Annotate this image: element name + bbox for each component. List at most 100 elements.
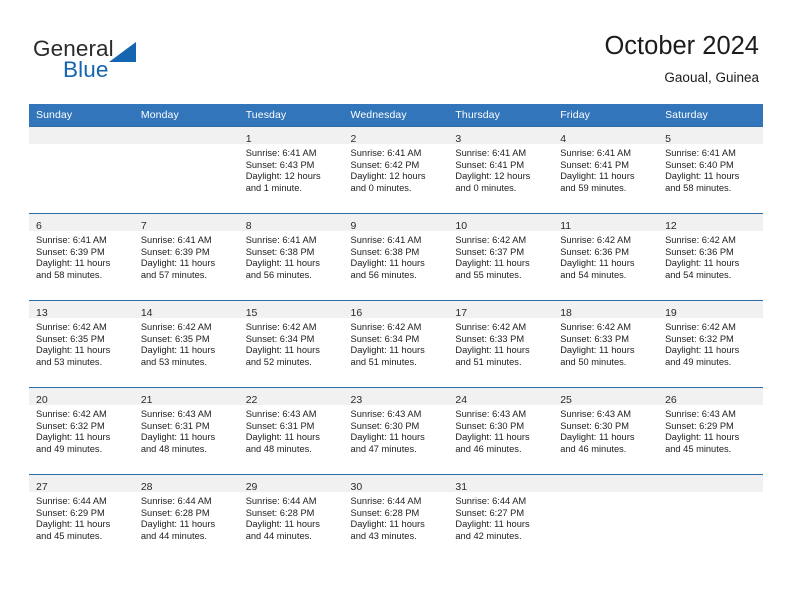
daylight-text-line2: and 49 minutes.	[36, 443, 103, 454]
sunrise-text: Sunrise: 6:41 AM	[36, 235, 107, 245]
calendar-week-row: 27 Sunrise: 6:44 AM Sunset: 6:29 PM Dayligh…	[29, 474, 763, 561]
daylight-text-line2: and 0 minutes.	[455, 182, 517, 193]
day-number: 12	[665, 220, 677, 232]
sunrise-text: Sunrise: 6:43 AM	[350, 409, 422, 419]
sunset-text: Sunset: 6:33 PM	[560, 333, 629, 344]
calendar-day-cell[interactable]: 9 Sunrise: 6:41 AM Sunset: 6:38 PM Daylight…	[343, 213, 449, 301]
daylight-text-line1: Daylight: 11 hours	[140, 258, 216, 269]
daylight-text-line2: and 54 minutes.	[560, 269, 627, 280]
calendar-day-cell[interactable]: 19 Sunrise: 6:42 AM Sunset: 6:32 PM Dayligh…	[658, 300, 763, 388]
daylight-text-line1: Daylight: 12 hours	[350, 171, 426, 182]
day-number: 7	[140, 220, 147, 232]
calendar-day-cell[interactable]: 28 Sunrise: 6:44 AM Sunset: 6:28 PM Dayligh…	[133, 474, 239, 561]
day-number: 22	[245, 394, 258, 406]
calendar-day-cell[interactable]: 27 Sunrise: 6:44 AM Sunset: 6:29 PM Dayligh…	[29, 474, 134, 561]
day-cell-content: 24 Sunrise: 6:43 AM Sunset: 6:30 PM Dayligh…	[448, 388, 554, 474]
calendar-day-cell[interactable]: 6 Sunrise: 6:41 AM Sunset: 6:39 PM Daylight…	[29, 213, 134, 301]
calendar-day-cell[interactable]: 11 Sunrise: 6:42 AM Sunset: 6:36 PM Dayligh…	[553, 213, 659, 301]
calendar-day-cell[interactable]: 5 Sunrise: 6:41 AM Sunset: 6:40 PM Daylight…	[658, 126, 763, 214]
sunrise-text: Sunrise: 6:41 AM	[245, 148, 317, 158]
daylight-text-line2: and 53 minutes.	[36, 356, 103, 367]
daylight-text-line1: Daylight: 11 hours	[245, 258, 320, 269]
day-info: Sunrise: 6:43 AM Sunset: 6:30 PM Daylight:…	[448, 405, 553, 455]
sunrise-text: Sunrise: 6:43 AM	[665, 409, 736, 419]
calendar-day-cell[interactable]: 30 Sunrise: 6:44 AM Sunset: 6:28 PM Dayligh…	[343, 474, 449, 561]
calendar-day-cell[interactable]: 16 Sunrise: 6:42 AM Sunset: 6:34 PM Dayligh…	[343, 300, 449, 388]
day-number: 3	[455, 133, 462, 145]
calendar-day-cell[interactable]: 26 Sunrise: 6:43 AM Sunset: 6:29 PM Dayligh…	[658, 387, 763, 475]
sunset-text: Sunset: 6:30 PM	[560, 420, 629, 431]
day-info: Sunrise: 6:41 AM Sunset: 6:39 PM Daylight:…	[134, 231, 239, 281]
calendar-day-cell[interactable]: 25 Sunrise: 6:43 AM Sunset: 6:30 PM Dayligh…	[553, 387, 659, 475]
day-number: 26	[665, 394, 677, 406]
daylight-text-line1: Daylight: 12 hours	[455, 171, 531, 182]
calendar-day-cell[interactable]: 22 Sunrise: 6:43 AM Sunset: 6:31 PM Dayligh…	[238, 387, 344, 475]
day-cell-content	[29, 127, 134, 213]
calendar-day-cell[interactable]: 4 Sunrise: 6:41 AM Sunset: 6:41 PM Daylight…	[553, 126, 659, 214]
day-number-band: 9	[343, 214, 449, 232]
day-cell-content: 10 Sunrise: 6:42 AM Sunset: 6:37 PM Dayligh…	[448, 214, 554, 300]
day-number-band: 15	[238, 301, 344, 319]
sunset-text: Sunset: 6:41 PM	[455, 159, 525, 170]
calendar-day-cell[interactable]: 10 Sunrise: 6:42 AM Sunset: 6:37 PM Dayligh…	[448, 213, 554, 301]
calendar-day-cell[interactable]: 2 Sunrise: 6:41 AM Sunset: 6:42 PM Daylight…	[343, 126, 449, 214]
calendar-day-cell[interactable]: 21 Sunrise: 6:43 AM Sunset: 6:31 PM Dayligh…	[133, 387, 239, 475]
daylight-text-line2: and 46 minutes.	[455, 443, 522, 454]
calendar-day-cell[interactable]: 12 Sunrise: 6:42 AM Sunset: 6:36 PM Dayligh…	[658, 213, 763, 301]
daylight-text-line1: Daylight: 11 hours	[665, 171, 740, 182]
day-number-band: 11	[553, 214, 659, 232]
day-number: 14	[140, 307, 153, 319]
day-info: Sunrise: 6:41 AM Sunset: 6:38 PM Daylight:…	[239, 231, 344, 281]
general-blue-logo[interactable]: General Blue	[33, 36, 233, 88]
calendar-day-cell[interactable]: 20 Sunrise: 6:42 AM Sunset: 6:32 PM Dayligh…	[29, 387, 134, 475]
calendar-day-cell-empty	[658, 474, 763, 561]
calendar-day-cell[interactable]: 17 Sunrise: 6:42 AM Sunset: 6:33 PM Dayligh…	[448, 300, 554, 388]
day-info: Sunrise: 6:44 AM Sunset: 6:28 PM Daylight:…	[344, 492, 449, 542]
sunset-text: Sunset: 6:38 PM	[245, 246, 315, 257]
calendar-week-row: 13 Sunrise: 6:42 AM Sunset: 6:35 PM Dayligh…	[29, 300, 763, 388]
daylight-text-line1: Daylight: 11 hours	[140, 519, 216, 530]
day-number: 17	[455, 307, 468, 319]
weekday-header-friday: Friday	[553, 104, 659, 127]
daylight-text-line1: Daylight: 11 hours	[245, 432, 320, 443]
weekday-header-saturday: Saturday	[658, 104, 763, 127]
sunset-text: Sunset: 6:35 PM	[140, 333, 210, 344]
day-info: Sunrise: 6:43 AM Sunset: 6:30 PM Daylight:…	[344, 405, 449, 455]
daylight-text-line2: and 42 minutes.	[455, 530, 522, 541]
day-info: Sunrise: 6:41 AM Sunset: 6:41 PM Daylight:…	[448, 144, 553, 194]
calendar-day-cell[interactable]: 15 Sunrise: 6:42 AM Sunset: 6:34 PM Dayligh…	[238, 300, 344, 388]
calendar-day-cell[interactable]: 13 Sunrise: 6:42 AM Sunset: 6:35 PM Dayligh…	[29, 300, 134, 388]
sunrise-text: Sunrise: 6:43 AM	[455, 409, 527, 419]
calendar-day-cell[interactable]: 24 Sunrise: 6:43 AM Sunset: 6:30 PM Dayligh…	[448, 387, 554, 475]
day-number: 2	[350, 133, 357, 145]
calendar-day-cell[interactable]: 8 Sunrise: 6:41 AM Sunset: 6:38 PM Daylight…	[238, 213, 344, 301]
day-number-band: 10	[448, 214, 554, 232]
sunset-text: Sunset: 6:42 PM	[350, 159, 420, 170]
day-cell-content: 8 Sunrise: 6:41 AM Sunset: 6:38 PM Daylight…	[238, 214, 344, 300]
calendar-day-cell[interactable]: 3 Sunrise: 6:41 AM Sunset: 6:41 PM Daylight…	[448, 126, 554, 214]
calendar-day-cell[interactable]: 29 Sunrise: 6:44 AM Sunset: 6:28 PM Dayligh…	[238, 474, 344, 561]
sunrise-text: Sunrise: 6:44 AM	[245, 496, 317, 506]
daylight-text-line2: and 45 minutes.	[36, 530, 103, 541]
day-number: 11	[560, 220, 572, 232]
sunrise-text: Sunrise: 6:42 AM	[245, 322, 317, 332]
sunset-text: Sunset: 6:31 PM	[140, 420, 210, 431]
day-info: Sunrise: 6:42 AM Sunset: 6:36 PM Daylight:…	[658, 231, 763, 281]
day-info: Sunrise: 6:42 AM Sunset: 6:32 PM Daylight:…	[29, 405, 134, 455]
daylight-text-line1: Daylight: 12 hours	[245, 171, 321, 182]
calendar-day-cell[interactable]: 7 Sunrise: 6:41 AM Sunset: 6:39 PM Daylight…	[133, 213, 239, 301]
day-number: 1	[245, 133, 252, 145]
calendar-day-cell[interactable]: 14 Sunrise: 6:42 AM Sunset: 6:35 PM Dayligh…	[133, 300, 239, 388]
calendar-day-cell[interactable]: 18 Sunrise: 6:42 AM Sunset: 6:33 PM Dayligh…	[553, 300, 659, 388]
daylight-text-line1: Daylight: 11 hours	[665, 432, 740, 443]
calendar-day-cell[interactable]: 31 Sunrise: 6:44 AM Sunset: 6:27 PM Dayligh…	[448, 474, 554, 561]
daylight-text-line2: and 55 minutes.	[455, 269, 522, 280]
sunrise-text: Sunrise: 6:43 AM	[560, 409, 632, 419]
day-number: 16	[350, 307, 363, 319]
daylight-text-line2: and 45 minutes.	[665, 443, 732, 454]
sunrise-text: Sunrise: 6:41 AM	[560, 148, 632, 158]
sunset-text: Sunset: 6:39 PM	[36, 246, 105, 257]
calendar-day-cell[interactable]: 1 Sunrise: 6:41 AM Sunset: 6:43 PM Daylight…	[238, 126, 344, 214]
calendar-day-cell[interactable]: 23 Sunrise: 6:43 AM Sunset: 6:30 PM Dayligh…	[343, 387, 449, 475]
day-number: 23	[350, 394, 363, 406]
